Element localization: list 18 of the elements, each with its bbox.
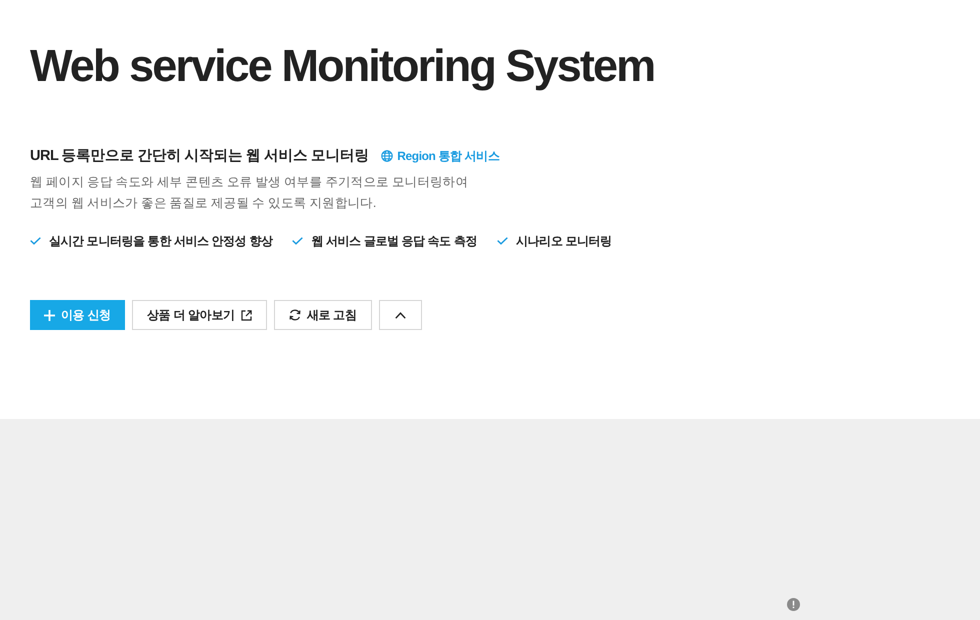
refresh-icon (288, 309, 301, 321)
globe-icon (381, 150, 394, 162)
feature-text: 시나리오 모니터링 (516, 233, 612, 250)
info-icon (787, 598, 800, 611)
check-icon (292, 237, 304, 245)
feature-text: 웹 서비스 글로벌 응답 속도 측정 (311, 233, 477, 250)
description-line: 고객의 웹 서비스가 좋은 품질로 제공될 수 있도록 지원합니다. (30, 195, 376, 212)
description-line: 웹 페이지 응답 속도와 세부 콘텐츠 오류 발생 여부를 주기적으로 모니터링하여 (30, 174, 468, 191)
section-heading: URL 등록만으로 간단히 시작되는 웹 서비스 모니터링 (30, 147, 370, 166)
check-icon (496, 237, 508, 245)
page-title: Web service Monitoring System (30, 39, 654, 93)
feature-text: 실시간 모니터링을 통한 서비스 안정성 향상 (49, 233, 272, 250)
learn-more-button[interactable]: 상품 더 알아보기 (132, 300, 267, 330)
check-icon (30, 237, 41, 245)
plus-icon (44, 310, 55, 320)
external-link-icon (240, 310, 252, 320)
refresh-button[interactable]: 새로 고침 (274, 300, 372, 330)
collapse-button[interactable] (378, 300, 422, 330)
